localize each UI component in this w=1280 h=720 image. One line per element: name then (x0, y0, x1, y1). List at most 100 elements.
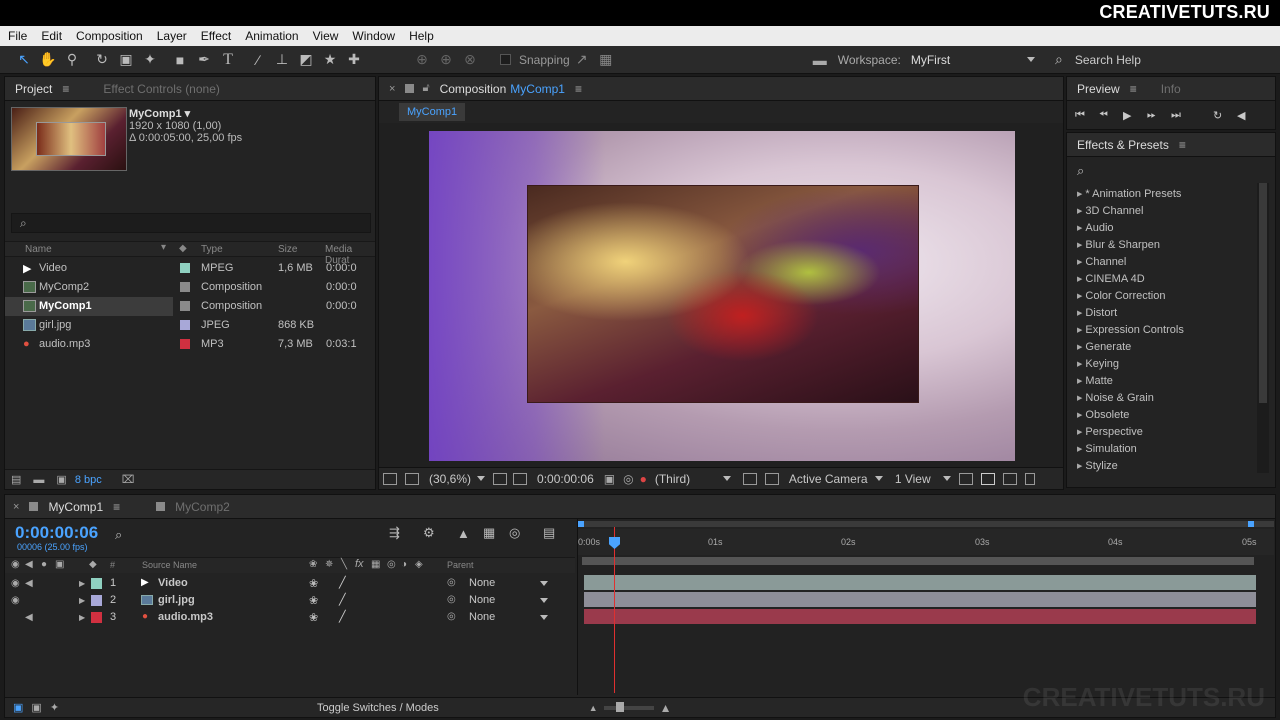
layer-label-swatch[interactable] (91, 578, 102, 589)
effects-search-icon[interactable]: ⌕ (1077, 163, 1084, 179)
work-area-start-handle[interactable] (578, 521, 584, 527)
zoom-in-mountain-icon[interactable]: ▲ (660, 701, 672, 715)
time-ruler[interactable]: 0:00s 01s 02s 03s 04s 05s (578, 529, 1274, 555)
layer-expand-chevron-icon[interactable]: ▶ (79, 596, 85, 605)
column-type[interactable]: Type (201, 244, 223, 255)
layer-bar-girl-jpg[interactable] (584, 592, 1256, 607)
label-tag-icon[interactable]: ◆ (89, 559, 97, 570)
parent-chevron-down-icon[interactable] (540, 615, 548, 620)
layer-parent-dropdown[interactable]: None (469, 611, 495, 623)
composition-viewer[interactable] (379, 123, 1063, 467)
comp-mini-flowchart-icon[interactable]: ⇶ (389, 525, 423, 541)
current-time-display[interactable]: 0:00:00:06 (537, 472, 594, 486)
label-tag-icon[interactable]: ◆ (179, 243, 187, 254)
layer-row-girl-jpg[interactable]: ◉ ▶ 2 girl.jpg ❀ ╱ ◎ None (5, 592, 575, 609)
layer-bar-video[interactable] (584, 575, 1256, 590)
layer-expand-chevron-icon[interactable]: ▶ (79, 579, 85, 588)
brush-tool-icon[interactable]: ∕ (248, 50, 268, 70)
composition-panel-menu-icon[interactable]: ≡ (575, 82, 582, 96)
interpret-footage-icon[interactable]: ▤ (11, 473, 21, 486)
layer-quality-icon[interactable]: ╱ (339, 593, 346, 606)
fx-category[interactable]: Simulation (1077, 443, 1136, 455)
menu-window[interactable]: Window (344, 26, 401, 46)
layer-name[interactable]: Video (158, 577, 188, 589)
layer-switches-toggle-icon[interactable]: ▣ (13, 701, 23, 714)
graph-editor-icon[interactable]: ▤ (543, 525, 569, 541)
tab-preview[interactable]: Preview (1067, 77, 1130, 101)
snapshot-camera-icon[interactable]: ▣ (604, 472, 615, 486)
effects-switch-icon[interactable]: fx (355, 558, 364, 570)
fx-category[interactable]: Obsolete (1077, 409, 1129, 421)
project-item-mycomp2[interactable]: MyComp2 Composition 0:00:0 (5, 278, 375, 297)
layer-shy-icon[interactable]: ❀ (309, 611, 318, 624)
effects-scrollbar[interactable] (1257, 183, 1269, 473)
pan-behind-tool-icon[interactable]: ✦ (140, 50, 160, 70)
column-size[interactable]: Size (278, 244, 297, 255)
layer-parent-dropdown[interactable]: None (469, 577, 495, 589)
layer-parent-dropdown[interactable]: None (469, 594, 495, 606)
fx-category[interactable]: Perspective (1077, 426, 1142, 438)
speaker-icon[interactable]: ◀ (1237, 109, 1257, 122)
fx-category[interactable]: Channel (1077, 256, 1126, 268)
snap-grid-icon[interactable]: ▦ (596, 50, 616, 70)
modes-toggle-icon[interactable]: ▣ (31, 701, 41, 714)
pick-whip-icon[interactable]: ◎ (447, 577, 456, 588)
clone-stamp-tool-icon[interactable]: ⊥ (272, 50, 292, 70)
video-switch-eye-icon[interactable]: ◉ (11, 559, 20, 570)
bit-depth-button[interactable]: 8 bpc (75, 474, 102, 486)
layer-eye-icon[interactable]: ◉ (11, 578, 20, 589)
layer-name[interactable]: girl.jpg (158, 594, 195, 606)
magnification-dropdown[interactable]: (30,6%) (429, 472, 471, 486)
view-layout-chevron-down-icon[interactable] (942, 476, 951, 481)
fx-category[interactable]: Distort (1077, 307, 1117, 319)
layer-row-video[interactable]: ◉ ◀ ▶ 1 ▶ Video ❀ ╱ ◎ None (5, 575, 575, 592)
layer-bar-audio-mp3[interactable] (584, 609, 1256, 624)
workspace-dropdown[interactable]: MyFirst (911, 53, 1027, 67)
eraser-tool-icon[interactable]: ◩ (296, 50, 316, 70)
layer-row-audio-mp3[interactable]: ◀ ▶ 3 ● audio.mp3 ❀ ╱ ◎ None (5, 609, 575, 626)
toggle-switches-modes-button[interactable]: Toggle Switches / Modes (317, 702, 439, 714)
trash-icon[interactable]: ⌧ (122, 473, 135, 486)
fx-category[interactable]: * Animation Presets (1077, 188, 1181, 200)
fx-category[interactable]: Keying (1077, 358, 1119, 370)
menu-composition[interactable]: Composition (68, 26, 149, 46)
label-color-swatch[interactable] (180, 301, 190, 311)
pick-whip-icon[interactable]: ◎ (447, 611, 456, 622)
comp-navigator-tab[interactable]: MyComp1 (399, 103, 466, 121)
play-icon[interactable]: ▶ (1123, 109, 1147, 122)
tab-timeline-mycomp2[interactable]: MyComp2 (165, 495, 240, 519)
fx-category[interactable]: Generate (1077, 341, 1131, 353)
work-area-end-handle[interactable] (1248, 521, 1254, 527)
previous-frame-icon[interactable]: ⏪︎ (1099, 109, 1123, 122)
fx-category[interactable]: Audio (1077, 222, 1113, 234)
pick-whip-icon[interactable]: ◎ (447, 594, 456, 605)
motion-blur-icon[interactable]: ◎ (509, 525, 543, 541)
preview-panel-menu-icon[interactable]: ≡ (1130, 82, 1137, 96)
timeline-link-icon[interactable] (1002, 472, 1017, 485)
column-parent[interactable]: Parent (447, 560, 474, 570)
composition-tab-name[interactable]: MyComp1 (510, 82, 565, 96)
layer-expand-chevron-icon[interactable]: ▶ (79, 613, 85, 622)
type-tool-icon[interactable]: T (218, 50, 238, 70)
fx-category[interactable]: Blur & Sharpen (1077, 239, 1160, 251)
pen-tool-icon[interactable]: ✒ (194, 50, 214, 70)
column-source-name[interactable]: Source Name (142, 560, 197, 570)
layer-shy-icon[interactable]: ❀ (309, 577, 318, 590)
always-preview-icon[interactable] (383, 472, 397, 485)
layer-shy-icon[interactable]: ❀ (309, 594, 318, 607)
project-item-video[interactable]: ▶ Video MPEG 1,6 MB 0:00:0 (5, 259, 375, 278)
timeline-graph-area[interactable]: 0:00s 01s 02s 03s 04s 05s (577, 519, 1275, 695)
column-number[interactable]: # (110, 560, 115, 570)
workspace-chevron-down-icon[interactable] (1026, 57, 1035, 62)
sort-chevron-down-icon[interactable]: ▾ (161, 242, 166, 253)
timeline-search-icon[interactable]: ⌕ (115, 527, 122, 543)
in-out-toggle-icon[interactable]: ✦ (50, 701, 59, 714)
layer-label-swatch[interactable] (91, 612, 102, 623)
zoom-out-mountain-icon[interactable]: ▲ (589, 703, 598, 713)
next-frame-icon[interactable]: ⏩︎ (1147, 109, 1171, 122)
draft-3d-icon[interactable]: ⚙ (423, 525, 457, 541)
fx-category[interactable]: Color Correction (1077, 290, 1165, 302)
project-item-girl-jpg[interactable]: girl.jpg JPEG 868 KB (5, 316, 375, 335)
roto-brush-tool-icon[interactable]: ★ (320, 50, 340, 70)
project-panel-menu-icon[interactable]: ≡ (62, 82, 69, 96)
